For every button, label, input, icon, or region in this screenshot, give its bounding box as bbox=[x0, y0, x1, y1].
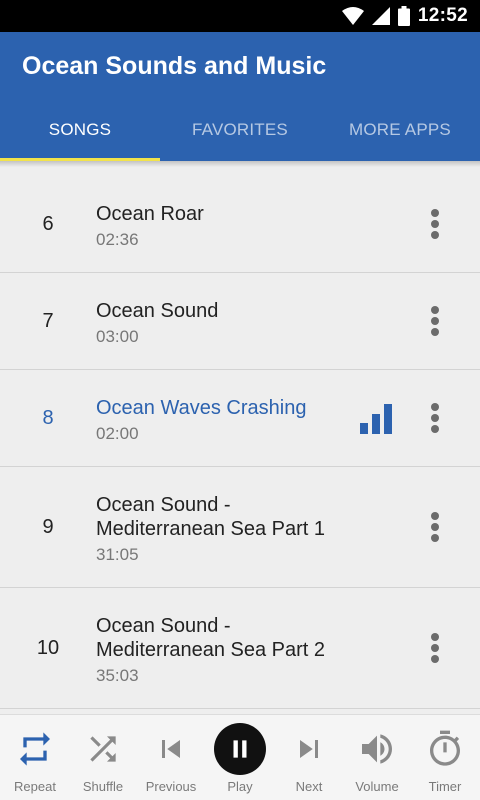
previous-label: Previous bbox=[145, 779, 197, 794]
song-row[interactable]: 7 Ocean Sound 03:00 bbox=[0, 273, 480, 370]
player-controls: Repeat Shuffle Previous Play Next Volume bbox=[0, 714, 480, 800]
repeat-button[interactable]: Repeat bbox=[0, 715, 70, 800]
play-label: Play bbox=[227, 779, 253, 794]
song-row[interactable]: 6 Ocean Roar 02:36 bbox=[0, 176, 480, 273]
timer-icon bbox=[421, 725, 469, 773]
pause-icon bbox=[212, 721, 268, 777]
song-number: 8 bbox=[42, 407, 54, 429]
wifi-icon bbox=[341, 7, 364, 25]
song-row-playing[interactable]: 8 Ocean Waves Crashing 02:00 bbox=[0, 370, 480, 467]
song-duration: 03:00 bbox=[96, 327, 139, 346]
tab-more-apps[interactable]: MORE APPS bbox=[320, 100, 480, 161]
song-duration: 31:05 bbox=[96, 545, 139, 564]
shuffle-button[interactable]: Shuffle bbox=[68, 715, 138, 800]
song-title: Ocean Sound - Mediterranean Sea Part 2 bbox=[96, 615, 326, 661]
next-label: Next bbox=[295, 779, 323, 794]
timer-button[interactable]: Timer bbox=[410, 715, 480, 800]
app-bar-shadow bbox=[0, 161, 480, 167]
tab-favorites[interactable]: FAVORITES bbox=[160, 100, 320, 161]
repeat-label: Repeat bbox=[14, 779, 56, 794]
signal-icon bbox=[371, 7, 390, 25]
status-icons: 12:52 bbox=[341, 4, 468, 28]
timer-label: Timer bbox=[428, 779, 462, 794]
tab-songs[interactable]: SONGS bbox=[0, 100, 160, 161]
status-bar: 12:52 bbox=[0, 0, 480, 32]
next-button[interactable]: Next bbox=[274, 715, 344, 800]
shuffle-icon bbox=[79, 725, 127, 773]
song-list: 6 Ocean Roar 02:36 7 Ocean Sound 03:00 8… bbox=[0, 176, 480, 709]
song-duration: 02:00 bbox=[96, 424, 139, 443]
song-title: Ocean Sound bbox=[96, 300, 219, 322]
battery-icon bbox=[397, 6, 410, 26]
song-duration: 35:03 bbox=[96, 666, 139, 685]
volume-label: Volume bbox=[355, 779, 399, 794]
previous-button[interactable]: Previous bbox=[136, 715, 206, 800]
more-options-icon[interactable] bbox=[420, 631, 450, 665]
skip-next-icon bbox=[285, 725, 333, 773]
skip-previous-icon bbox=[147, 725, 195, 773]
song-duration: 02:36 bbox=[96, 230, 139, 249]
volume-icon bbox=[353, 725, 401, 773]
song-number: 6 bbox=[42, 213, 54, 235]
song-title: Ocean Sound - Mediterranean Sea Part 1 bbox=[96, 494, 326, 540]
song-number: 9 bbox=[42, 516, 54, 538]
song-row[interactable]: 10 Ocean Sound - Mediterranean Sea Part … bbox=[0, 588, 480, 709]
play-pause-button[interactable]: Play bbox=[205, 715, 275, 800]
song-number: 7 bbox=[42, 310, 54, 332]
repeat-icon bbox=[11, 725, 59, 773]
shuffle-label: Shuffle bbox=[82, 779, 124, 794]
song-number: 10 bbox=[36, 637, 60, 659]
song-title: Ocean Roar bbox=[96, 203, 204, 225]
tab-bar: SONGS FAVORITES MORE APPS bbox=[0, 100, 480, 161]
more-options-icon[interactable] bbox=[420, 304, 450, 338]
volume-button[interactable]: Volume bbox=[342, 715, 412, 800]
status-time: 12:52 bbox=[417, 5, 468, 26]
more-options-icon[interactable] bbox=[420, 207, 450, 241]
more-options-icon[interactable] bbox=[420, 510, 450, 544]
song-row[interactable]: 9 Ocean Sound - Mediterranean Sea Part 1… bbox=[0, 467, 480, 588]
song-title: Ocean Waves Crashing bbox=[96, 397, 307, 419]
app-title: Ocean Sounds and Music bbox=[22, 52, 327, 80]
more-options-icon[interactable] bbox=[420, 401, 450, 435]
now-playing-equalizer-icon bbox=[360, 404, 392, 434]
app-bar: Ocean Sounds and Music SONGS FAVORITES M… bbox=[0, 32, 480, 161]
